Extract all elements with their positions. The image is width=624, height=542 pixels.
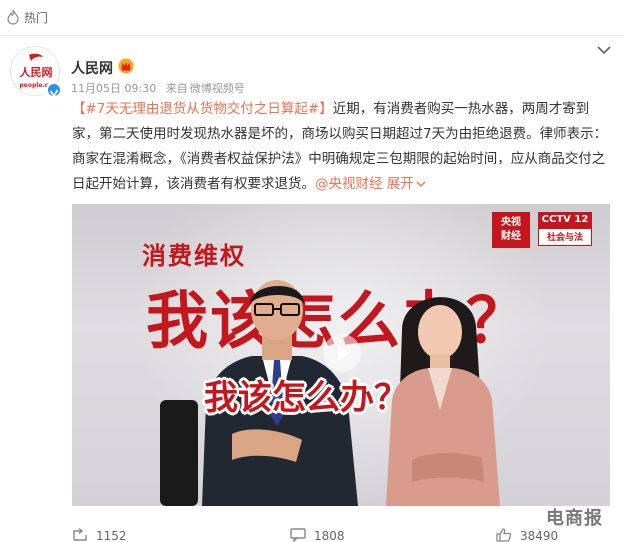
logo-line2: 财经 bbox=[501, 231, 521, 242]
forward-button[interactable]: 1152 bbox=[72, 527, 127, 542]
cctv12-logo: CCTV 12 社会与法 bbox=[538, 212, 592, 248]
like-button[interactable]: 38490 bbox=[496, 528, 558, 542]
avatar-logo-text: 人民网 bbox=[20, 65, 53, 79]
logo-line1: 央视 bbox=[501, 217, 521, 228]
top-bar: 热门 bbox=[0, 0, 624, 36]
watermark: 电商报 bbox=[546, 508, 603, 529]
forward-count: 1152 bbox=[96, 529, 127, 542]
action-bar: 1152 1808 38490 bbox=[0, 524, 624, 542]
cctv12-top: CCTV 12 bbox=[538, 212, 592, 228]
post-source[interactable]: 微博视频号 bbox=[190, 82, 245, 95]
comment-count: 1808 bbox=[314, 529, 345, 542]
mention-link[interactable]: @央视财经 bbox=[315, 176, 383, 192]
post-date[interactable]: 11月05日 09:30 bbox=[71, 82, 156, 95]
thumbs-up-icon bbox=[496, 528, 512, 542]
comment-icon bbox=[290, 528, 306, 542]
post-meta: 11月05日 09:30 来自 微博视频号 bbox=[71, 80, 251, 96]
chevron-down-icon bbox=[416, 181, 426, 187]
post-content: 【#7天无理由退货从货物交付之日算起#】近期，有消费者购买一热水器，两周才寄到家… bbox=[72, 97, 612, 197]
play-icon[interactable] bbox=[323, 334, 361, 372]
hashtag-link[interactable]: 【#7天无理由退货从货物交付之日算起#】 bbox=[72, 101, 333, 117]
comment-button[interactable]: 1808 bbox=[290, 528, 345, 542]
like-count: 38490 bbox=[520, 529, 559, 542]
verified-icon bbox=[46, 82, 62, 98]
video-player[interactable]: 消费维权 我该怎么办？ 央视 财经 CCTV 12 社会与法 我该怎么办？ bbox=[72, 204, 610, 506]
author-name[interactable]: 人民网 bbox=[71, 58, 113, 78]
video-overlay-title: 我该怎么办？ bbox=[204, 378, 408, 418]
source-prefix: 来自 bbox=[165, 82, 188, 95]
crown-icon[interactable] bbox=[118, 58, 134, 74]
expand-link[interactable]: 展开 bbox=[387, 176, 426, 192]
expand-label: 展开 bbox=[386, 176, 414, 192]
fire-icon bbox=[7, 9, 19, 25]
cctv-finance-logo: 央视 财经 bbox=[492, 212, 530, 248]
hot-label: 热门 bbox=[24, 11, 49, 25]
forward-icon bbox=[73, 527, 87, 541]
cctv12-bottom: 社会与法 bbox=[538, 228, 592, 246]
chevron-down-icon[interactable] bbox=[596, 44, 612, 56]
